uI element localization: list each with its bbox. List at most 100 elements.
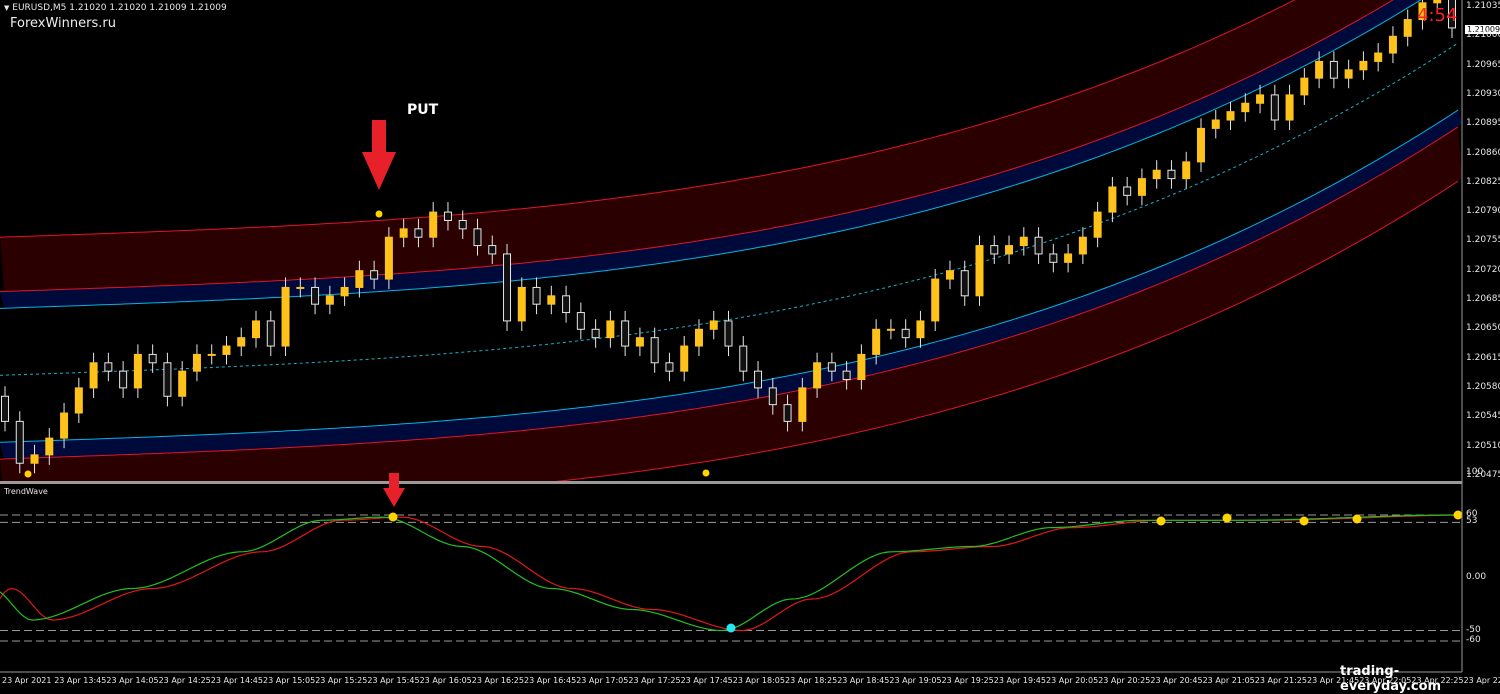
time-tick: 23 Apr 13:45 [54, 676, 107, 685]
candle-bull [1064, 253, 1073, 263]
candle-bull [1078, 236, 1087, 255]
signal-dot [24, 470, 32, 478]
signal-dot [702, 469, 710, 477]
candle-bear [311, 286, 320, 305]
candle-bear [473, 228, 482, 247]
indicator-level-label: 100 [1466, 467, 1484, 477]
candle-bull [340, 286, 349, 297]
candle-bull [30, 454, 39, 464]
candle-bear [458, 219, 467, 230]
candle-bear [1034, 236, 1043, 255]
candle-bear [960, 270, 969, 297]
candle-bull [680, 345, 689, 372]
candle-bear [621, 320, 630, 347]
symbol-line: EURUSD,M5 1.21020 1.21020 1.21009 1.2100… [12, 3, 227, 13]
candle-bull [237, 337, 246, 347]
candle-bull [74, 387, 83, 414]
candle-bull [813, 362, 822, 389]
candle-bear [15, 420, 24, 464]
candle-bull [89, 362, 98, 389]
pane-separator[interactable] [0, 481, 1462, 484]
candle-bear [1329, 60, 1338, 79]
candle-bull [1108, 186, 1117, 213]
candle-bull [60, 412, 69, 439]
price-tick: 1.20580 [1466, 381, 1500, 392]
candle-bull [222, 345, 231, 355]
candle-bear [754, 370, 763, 389]
candle-bear [591, 328, 600, 339]
time-tick: 23 Apr 19:05 [889, 676, 942, 685]
candle-bear [266, 320, 275, 347]
candle-bear [443, 211, 452, 221]
candle-bull [886, 328, 895, 331]
signal-dot [375, 210, 383, 218]
price-tick: 1.20825 [1466, 176, 1500, 187]
candle-bull [429, 211, 438, 238]
candle-bull [635, 337, 644, 347]
candle-bull [192, 353, 201, 372]
trendwave-pane [0, 484, 1463, 672]
candle-bear [1, 395, 9, 422]
price-tick: 1.20685 [1466, 294, 1500, 304]
candle-bear [576, 312, 585, 330]
price-tick: 1.20860 [1466, 147, 1500, 158]
time-tick: 23 Apr 18:45 [837, 676, 890, 685]
candle-bear [650, 337, 659, 364]
price-tick: 1.20930 [1466, 88, 1500, 99]
candle-bull [1315, 60, 1324, 79]
time-tick: 23 Apr 20:25 [1098, 676, 1151, 685]
time-tick: 23 Apr 15:45 [367, 676, 420, 685]
candle-bull [1005, 245, 1014, 255]
candle-bull [1359, 60, 1368, 71]
candle-bear [104, 362, 113, 372]
candle-bull [857, 353, 866, 381]
candle-bull [1374, 52, 1383, 62]
candle-bear [163, 362, 172, 397]
time-tick: 23 Apr 16:05 [419, 676, 472, 685]
price-tick: 1.20650 [1466, 323, 1500, 334]
candle-bear [842, 370, 851, 381]
time-tick: 23 Apr 17:45 [680, 676, 733, 685]
candle-bear [901, 328, 910, 339]
candle-bear [783, 404, 792, 422]
candle-bull [1211, 119, 1220, 129]
candle-bull [1019, 236, 1028, 247]
candle-bull [1285, 94, 1294, 121]
candle-bull [945, 270, 954, 280]
candle-bear [724, 320, 733, 347]
trendwave-yellow-dot [1156, 516, 1166, 526]
price-tick: 1.20720 [1466, 264, 1500, 275]
candle-bull [975, 245, 984, 297]
candle-bull [384, 236, 393, 280]
indicator-title: TrendWave [4, 487, 48, 496]
time-tick: 23 Apr 20:45 [1150, 676, 1203, 685]
candle-bull [694, 328, 703, 347]
candle-bull [1433, 0, 1442, 4]
candle-bull [355, 270, 364, 288]
price-tick: 1.20790 [1466, 206, 1500, 217]
candle-bull [1344, 69, 1353, 79]
time-tick: 23 Apr 20:05 [1046, 676, 1099, 685]
candle-bull [133, 353, 142, 389]
time-tick: 23 Apr 16:25 [471, 676, 524, 685]
trendwave-yellow-dot [1453, 510, 1463, 520]
time-tick: 23 Apr 18:05 [732, 676, 785, 685]
indicator-level-label: -50 [1466, 624, 1481, 635]
countdown-timer: 4:54 [1417, 5, 1458, 26]
candle-bull [45, 437, 54, 456]
candle-bear [414, 228, 423, 238]
candle-bear [768, 387, 777, 406]
oscillator-background [0, 484, 1462, 672]
dropdown-triangle-icon[interactable]: ▼ [4, 4, 9, 12]
time-tick: 23 Apr 17:05 [576, 676, 629, 685]
candle-bear [488, 245, 497, 255]
time-tick: 23 Apr 21:25 [1254, 676, 1307, 685]
candle-bull [1226, 111, 1235, 121]
candle-bull [709, 320, 718, 330]
candle-bear [370, 270, 379, 280]
price-tick: 1.21035 [1466, 1, 1500, 11]
candle-bull [1300, 77, 1309, 96]
price-tick: 1.21000 [1466, 30, 1500, 41]
price-tick: 1.20545 [1466, 411, 1500, 422]
candle-bear [665, 362, 674, 372]
